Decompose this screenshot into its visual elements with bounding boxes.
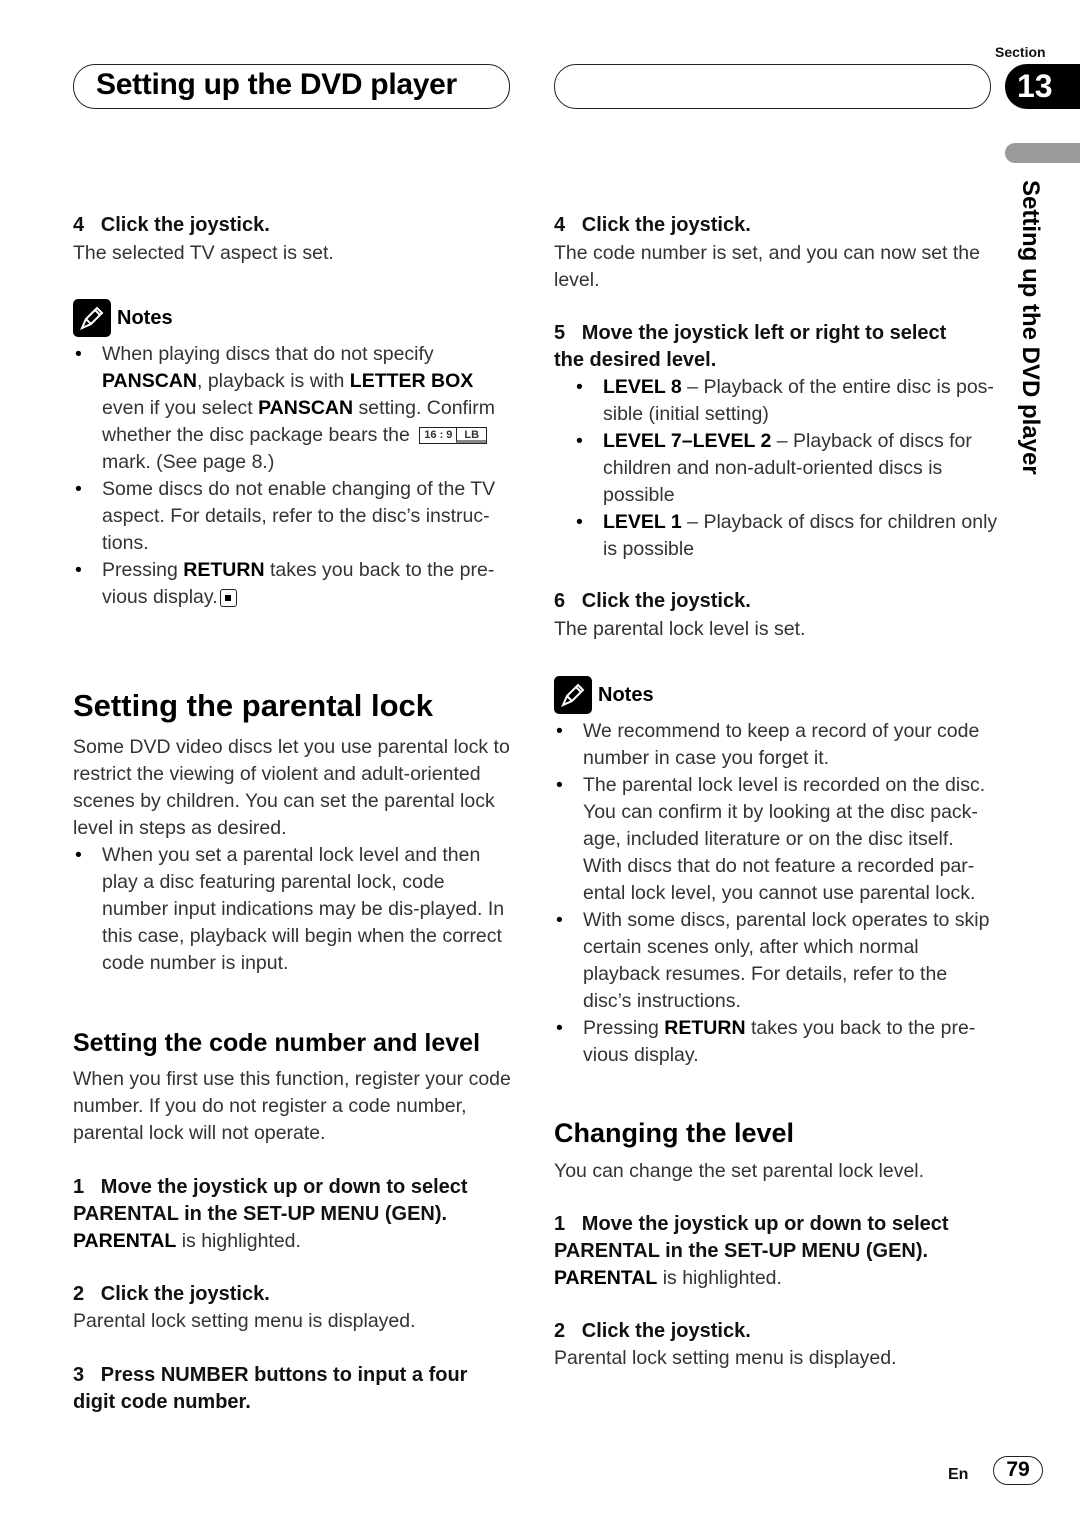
note-item: We recommend to keep a record of your co… bbox=[554, 718, 994, 772]
side-tab-text: Setting up the DVD player bbox=[1017, 180, 1044, 475]
note-item: Pressing RETURN takes you back to the pr… bbox=[554, 1015, 994, 1069]
code-intro: When you first use this function, regist… bbox=[73, 1068, 511, 1144]
step-body: Parental lock setting menu is displayed. bbox=[73, 1310, 416, 1332]
step-heading-cont: PARENTAL in the SET-UP MENU (GEN). bbox=[73, 1203, 448, 1225]
note-item: Pressing RETURN takes you back to the pr… bbox=[73, 557, 513, 611]
language-label: En bbox=[948, 1466, 969, 1483]
notes-list: We recommend to keep a record of your co… bbox=[554, 718, 994, 1069]
step-heading: 2 Click the joystick. bbox=[554, 1320, 751, 1342]
step-body: The selected TV aspect is set. bbox=[73, 242, 334, 264]
end-of-section-icon bbox=[219, 588, 237, 607]
section-number: 13 bbox=[1005, 64, 1080, 109]
parental-bullets: When you set a parental lock level and t… bbox=[73, 842, 513, 977]
note-item: Some discs do not enable changing of the… bbox=[73, 476, 513, 557]
notes-list: When playing discs that do not specify P… bbox=[73, 341, 513, 611]
pencil-icon bbox=[554, 676, 592, 714]
subsection-title-change-level: Changing the level bbox=[554, 1118, 795, 1148]
step-heading: 6 Click the joystick. bbox=[554, 590, 751, 612]
step-heading: 4 Click the joystick. bbox=[73, 212, 270, 239]
level-list: LEVEL 8 – Playback of the entire disc is… bbox=[574, 374, 1014, 563]
parental-intro: Some DVD video discs let you use parenta… bbox=[73, 736, 510, 839]
parental-bullet: When you set a parental lock level and t… bbox=[73, 842, 513, 977]
header-empty-pill bbox=[554, 64, 991, 109]
note-item: When playing discs that do not specify P… bbox=[73, 341, 513, 476]
change-intro: You can change the set parental lock lev… bbox=[554, 1160, 925, 1182]
level-item: LEVEL 8 – Playback of the entire disc is… bbox=[574, 374, 1014, 428]
notes-header: Notes bbox=[554, 676, 654, 714]
step-heading-cont: PARENTAL in the SET-UP MENU (GEN). bbox=[554, 1240, 929, 1262]
step-title: Click the joystick. bbox=[100, 214, 270, 236]
notes-label: Notes bbox=[117, 306, 173, 329]
level-item: LEVEL 1 – Playback of discs for children… bbox=[574, 509, 1014, 563]
section-label: Section bbox=[995, 44, 1046, 60]
step-body: Parental lock setting menu is displayed. bbox=[554, 1347, 897, 1369]
subsection-title-code: Setting the code number and level bbox=[73, 1029, 481, 1057]
step-heading: 1 Move the joystick up or down to select bbox=[554, 1213, 949, 1235]
chapter-title: Setting up the DVD player bbox=[96, 68, 457, 101]
step-heading-cont: digit code number. bbox=[73, 1391, 251, 1413]
notes-label: Notes bbox=[598, 683, 654, 706]
notes-header: Notes bbox=[73, 299, 173, 337]
level-item: LEVEL 7–LEVEL 2 – Playback of discs for … bbox=[574, 428, 1014, 509]
step-body: The code number is set, and you can now … bbox=[554, 242, 981, 291]
page-number: 79 bbox=[993, 1456, 1043, 1485]
step-body: PARENTAL is highlighted. bbox=[554, 1267, 782, 1289]
chapter-title-pill: Setting up the DVD player bbox=[73, 64, 510, 109]
step-body: PARENTAL is highlighted. bbox=[73, 1230, 301, 1252]
section-title-parental-lock: Setting the parental lock bbox=[73, 688, 434, 723]
step-heading: 3 Press NUMBER buttons to input a four bbox=[73, 1364, 468, 1386]
step-heading-cont: the desired level. bbox=[554, 349, 717, 371]
aspect-16-9-lb-mark: 16 : 9 LB bbox=[419, 427, 488, 445]
step-heading: 4 Click the joystick. bbox=[554, 214, 751, 236]
step-number: 4 bbox=[73, 214, 85, 236]
step-heading: 5 Move the joystick left or right to sel… bbox=[554, 322, 947, 344]
step-heading: 2 Click the joystick. bbox=[73, 1283, 270, 1305]
step-body: The parental lock level is set. bbox=[554, 618, 806, 640]
side-tab-marker bbox=[1005, 143, 1080, 163]
step-heading: 1 Move the joystick up or down to select bbox=[73, 1176, 468, 1198]
pencil-icon bbox=[73, 299, 111, 337]
note-item: The parental lock level is recorded on t… bbox=[554, 772, 994, 907]
note-item: With some discs, parental lock operates … bbox=[554, 907, 994, 1015]
